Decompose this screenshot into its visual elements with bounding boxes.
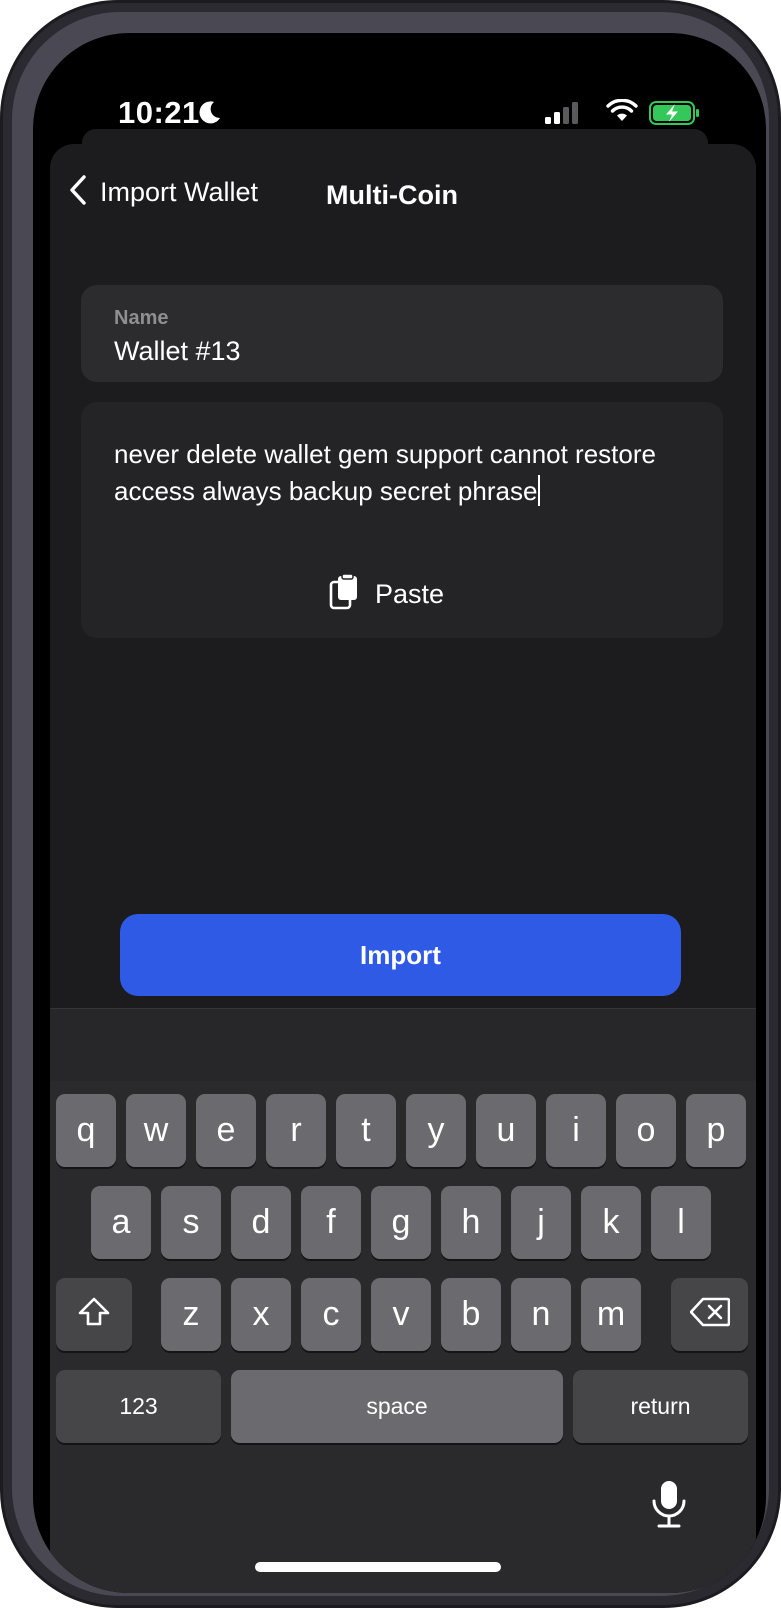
- key-h[interactable]: h: [441, 1186, 501, 1259]
- space-key[interactable]: space: [231, 1370, 563, 1443]
- return-key[interactable]: return: [573, 1370, 748, 1443]
- paste-button-label: Paste: [375, 578, 445, 609]
- name-field[interactable]: Name Wallet #13: [81, 285, 723, 382]
- battery-charging-icon: [649, 101, 701, 130]
- key-k[interactable]: k: [581, 1186, 641, 1259]
- chevron-left-icon: [68, 174, 88, 211]
- keyboard: q w e r t y u i o p a s d f g h j k l z …: [50, 1008, 756, 1593]
- cellular-signal-icon: [545, 102, 579, 129]
- key-a[interactable]: a: [91, 1186, 151, 1259]
- name-field-label: Name: [114, 307, 169, 329]
- phone-bezel: 10:21 Import Wallet Multi-Coin Name Wall…: [12, 12, 769, 1596]
- key-z[interactable]: z: [161, 1278, 221, 1351]
- key-o[interactable]: o: [616, 1094, 676, 1167]
- page-title: Multi-Coin: [326, 180, 458, 210]
- key-p[interactable]: p: [686, 1094, 746, 1167]
- key-q[interactable]: q: [56, 1094, 116, 1167]
- key-x[interactable]: x: [231, 1278, 291, 1351]
- key-r[interactable]: r: [266, 1094, 326, 1167]
- key-l[interactable]: l: [651, 1186, 711, 1259]
- key-j[interactable]: j: [511, 1186, 571, 1259]
- back-button-label: Import Wallet: [100, 176, 259, 207]
- microphone-icon[interactable]: [650, 1479, 688, 1534]
- paste-button[interactable]: Paste: [329, 572, 445, 615]
- key-e[interactable]: e: [196, 1094, 256, 1167]
- key-s[interactable]: s: [161, 1186, 221, 1259]
- clipboard-icon: [329, 572, 359, 615]
- numbers-key[interactable]: 123: [56, 1370, 221, 1443]
- key-d[interactable]: d: [231, 1186, 291, 1259]
- status-time: 10:21: [118, 95, 200, 130]
- key-y[interactable]: y: [406, 1094, 466, 1167]
- key-b[interactable]: b: [441, 1278, 501, 1351]
- keyboard-toolbar: [50, 1009, 756, 1081]
- text-cursor: [538, 475, 541, 506]
- import-button[interactable]: Import: [120, 914, 681, 996]
- key-m[interactable]: m: [581, 1278, 641, 1351]
- key-i[interactable]: i: [546, 1094, 606, 1167]
- key-w[interactable]: w: [126, 1094, 186, 1167]
- key-f[interactable]: f: [301, 1186, 361, 1259]
- key-g[interactable]: g: [371, 1186, 431, 1259]
- back-button[interactable]: Import Wallet: [68, 170, 258, 214]
- shift-key[interactable]: [56, 1278, 132, 1351]
- key-u[interactable]: u: [476, 1094, 536, 1167]
- name-field-value[interactable]: Wallet #13: [114, 336, 241, 367]
- phone-frame: 10:21 Import Wallet Multi-Coin Name Wall…: [0, 0, 781, 1608]
- import-sheet: Import Wallet Multi-Coin Name Wallet #13…: [50, 144, 756, 1593]
- home-indicator[interactable]: [255, 1562, 501, 1572]
- secret-phrase-value: never delete wallet gem support cannot r…: [114, 439, 656, 506]
- secret-phrase-input[interactable]: never delete wallet gem support cannot r…: [114, 436, 694, 510]
- key-c[interactable]: c: [301, 1278, 361, 1351]
- shift-icon: [77, 1296, 111, 1334]
- wifi-icon: [606, 98, 638, 128]
- moon-icon: [199, 100, 221, 129]
- key-n[interactable]: n: [511, 1278, 571, 1351]
- delete-key[interactable]: [671, 1278, 748, 1351]
- key-v[interactable]: v: [371, 1278, 431, 1351]
- key-t[interactable]: t: [336, 1094, 396, 1167]
- backspace-icon: [689, 1297, 730, 1333]
- secret-phrase-field[interactable]: never delete wallet gem support cannot r…: [81, 402, 723, 638]
- screen: 10:21 Import Wallet Multi-Coin Name Wall…: [33, 33, 766, 1593]
